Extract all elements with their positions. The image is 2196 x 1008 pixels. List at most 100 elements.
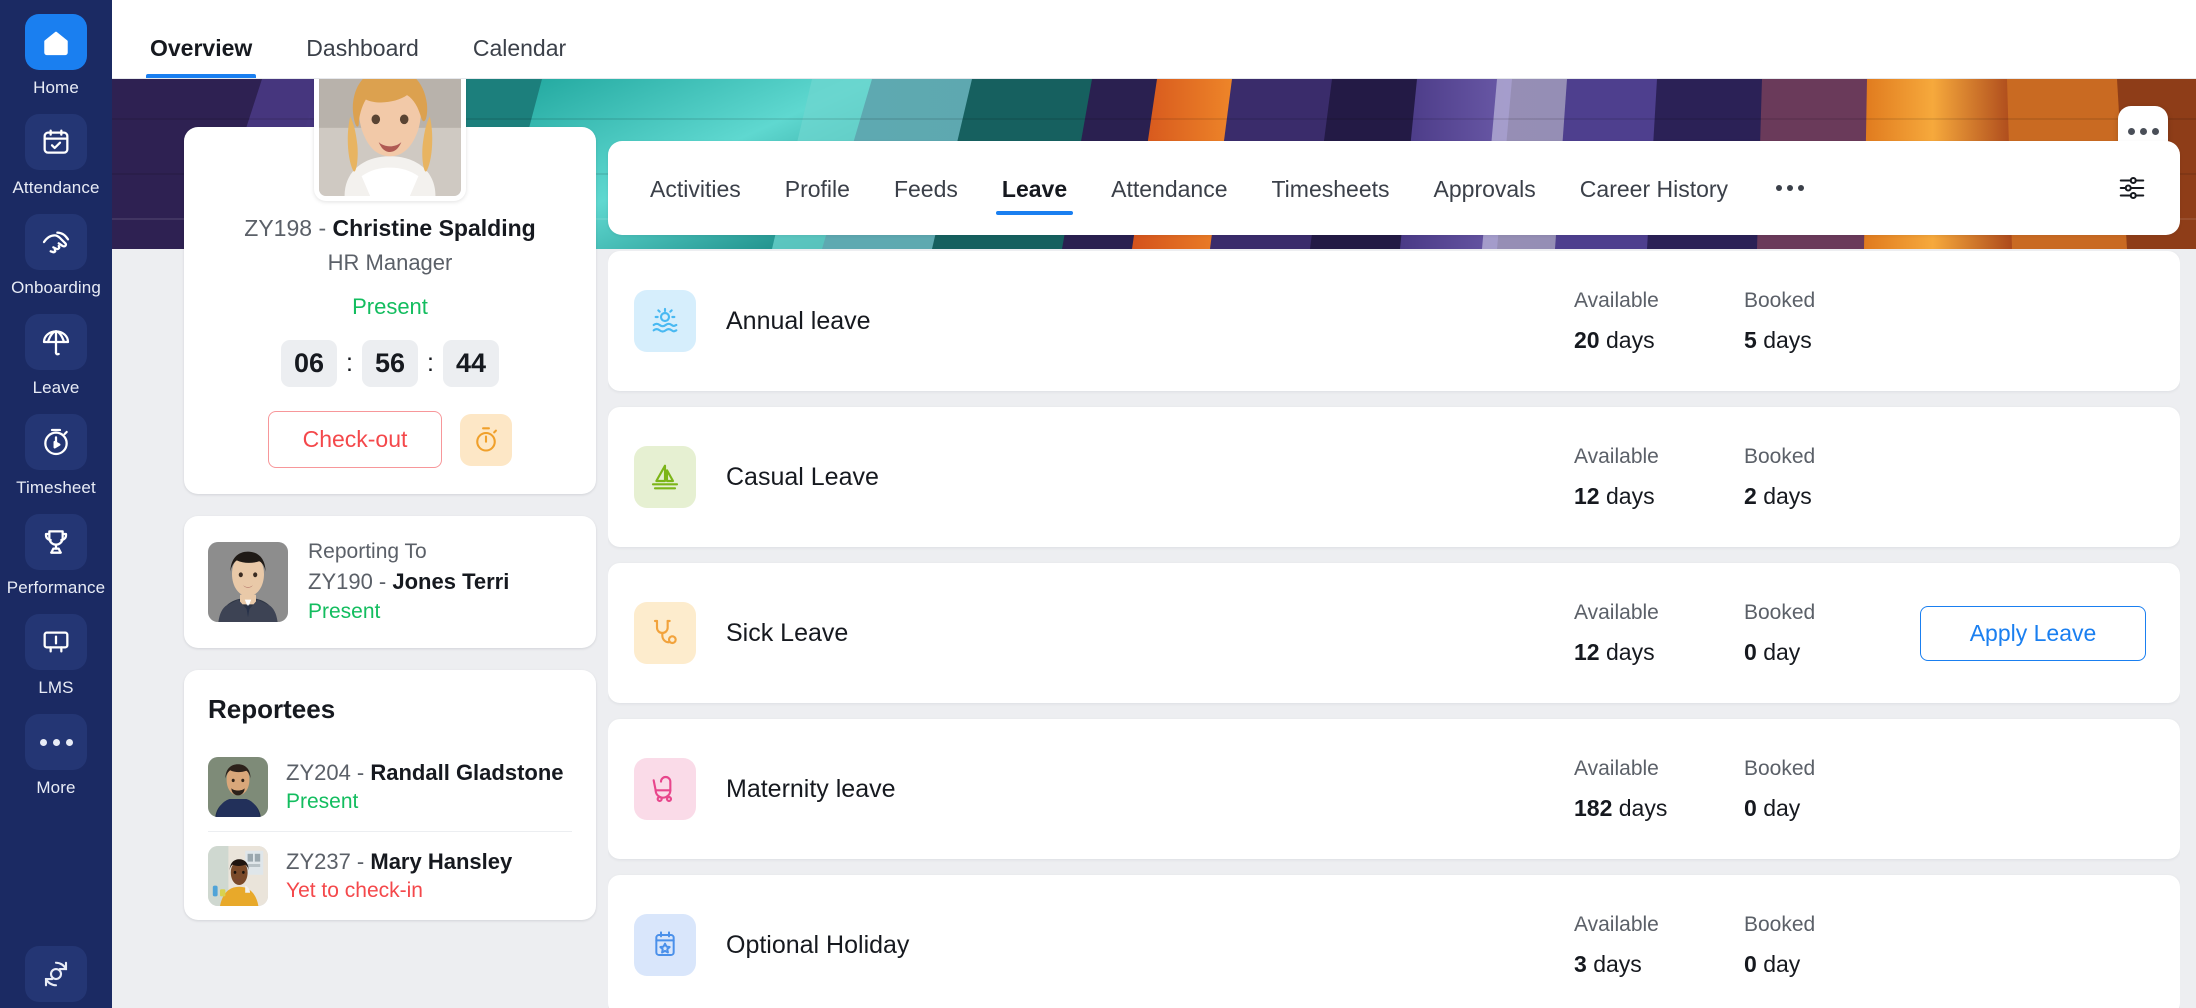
sidebar-item-label: Performance [6,578,106,597]
booked-label: Booked [1744,756,1816,780]
sidebar-item-leave[interactable]: Leave [0,314,112,398]
list-item[interactable]: ZY237 - Mary Hansley Yet to check-in [208,832,572,920]
sidebar-item-label: Timesheet [16,478,96,497]
leave-stats: Available 12 days Booked 0 day Apply Leave [1574,601,2146,666]
available-value: 182 days [1574,794,1668,821]
reportees-title: Reportees [208,694,336,724]
booked-value: 0 day [1744,950,1801,977]
leave-balance-row[interactable]: Sick Leave Available 12 days Booked 0 day App… [608,563,2180,703]
beach-umbrella-icon [25,314,87,370]
booked-stat: Booked 0 day [1744,601,1914,666]
reportee-name: Randall Gladstone [370,760,564,785]
sidebar-item-attendance[interactable]: Attendance [0,114,112,198]
booked-stat: Booked 2 days [1744,445,1914,510]
detail-tab-timesheets[interactable]: Timesheets [1269,148,1391,229]
leave-balance-row[interactable]: Casual Leave Available 12 days Booked 2 days [608,407,2180,547]
leave-stats: Available 3 days Booked 0 day [1574,913,2146,978]
available-value: 12 days [1574,638,1655,665]
sidebar-item-onboarding[interactable]: Onboarding [0,214,112,298]
detail-tab-attendance[interactable]: Attendance [1109,148,1229,229]
tab-overview[interactable]: Overview [146,35,257,78]
sidebar-item-performance[interactable]: Performance [0,514,112,598]
detail-tab-feeds[interactable]: Feeds [892,148,960,229]
available-value: 20 days [1574,326,1655,353]
sidebar-item-label: Attendance [12,178,100,197]
timer-hours: 06 [280,340,338,387]
apply-leave-button[interactable]: Apply Leave [1920,605,2146,661]
leave-balance-row[interactable]: Maternity leave Available 182 days Booked 0 … [608,719,2180,859]
manager-photo [208,542,288,622]
booked-label: Booked [1744,600,1816,624]
work-timer: 06 : 56 : 44 [206,340,574,387]
detail-tab-approvals[interactable]: Approvals [1432,148,1538,229]
content-area: ZY198 - Christine Spalding HR Manager Pr… [112,49,2196,1008]
leave-type-name: Annual leave [726,306,871,335]
leave-type-name: Casual Leave [726,462,879,491]
reporting-to-card[interactable]: Reporting To ZY190 - Jones Terri Present [184,516,596,648]
ellipsis-icon [1776,185,1805,191]
detail-tab-profile[interactable]: Profile [783,148,852,229]
leave-balance-row[interactable]: Optional Holiday Available 3 days Booked 0 d… [608,875,2180,1008]
available-value: 12 days [1574,482,1655,509]
sidebar-item-timesheet[interactable]: Timesheet [0,414,112,498]
timer-minutes: 56 [361,340,419,387]
employee-id: ZY198 - [244,215,333,241]
available-stat: Available 3 days [1574,913,1744,978]
detail-tabs-overflow-button[interactable] [1770,185,1810,191]
top-tab-bar: Overview Dashboard Calendar [112,0,2196,79]
booked-label: Booked [1744,288,1816,312]
available-stat: Available 182 days [1574,757,1744,822]
sidebar-item-label: Onboarding [11,278,101,297]
sync-refresh-icon [25,946,87,1002]
sidebar-item-label: LMS [38,678,74,697]
list-item[interactable]: ZY204 - Randall Gladstone Present [208,743,572,832]
detail-column: Activities Profile Feeds Leave Attendance Tim… [608,141,2180,1008]
stopwatch-play-icon [25,414,87,470]
leave-type-name: Sick Leave [726,618,849,647]
sliders-filter-icon [2117,173,2147,203]
available-label: Available [1574,756,1659,780]
filter-settings-button[interactable] [2110,166,2154,210]
available-label: Available [1574,912,1659,936]
booked-stat: Booked 5 days [1744,289,1914,354]
calendar-star-icon [634,914,696,976]
home-icon [25,14,87,70]
reporting-to-identity: ZY190 - Jones Terri [308,569,509,595]
stopwatch-icon [472,426,500,454]
leave-balance-list: Annual leave Available 20 days Booked 5 days… [608,251,2180,1008]
leave-stats: Available 182 days Booked 0 day [1574,757,2146,822]
sidebar-item-lms[interactable]: LMS [0,614,112,698]
available-label: Available [1574,288,1659,312]
sidebar-item-sync[interactable] [0,946,112,1002]
employee-identity: ZY198 - Christine Spalding [206,215,574,242]
sidebar-item-home[interactable]: Home [0,14,112,98]
ellipsis-icon [2125,127,2161,135]
manager-id: ZY190 - [308,569,393,594]
detail-tab-activities[interactable]: Activities [648,148,743,229]
tab-calendar[interactable]: Calendar [469,35,570,78]
detail-tab-career-history[interactable]: Career History [1578,148,1730,229]
detail-tab-leave[interactable]: Leave [995,148,1074,229]
primary-sidebar: Home Attendance Onboarding Leave Timesheet Pe… [0,0,112,1008]
stethoscope-icon [634,602,696,664]
ellipsis-icon [25,714,87,770]
leave-type-name: Optional Holiday [726,930,910,959]
available-value: 3 days [1574,950,1642,977]
available-label: Available [1574,444,1659,468]
timer-separator-1: : [346,349,353,377]
sidebar-item-more[interactable]: More [0,714,112,798]
available-stat: Available 20 days [1574,289,1744,354]
employee-profile-card: ZY198 - Christine Spalding HR Manager Pr… [184,49,596,494]
reportee-id: ZY237 - [286,849,371,874]
sun-waves-icon [634,290,696,352]
timer-button[interactable] [460,413,513,466]
tab-dashboard[interactable]: Dashboard [302,35,423,78]
booked-stat: Booked 0 day [1744,757,1914,822]
available-stat: Available 12 days [1574,601,1744,666]
booked-stat: Booked 0 day [1744,913,1914,978]
booked-value: 0 day [1744,638,1801,665]
check-out-button[interactable]: Check-out [267,411,443,468]
apply-slot: Apply Leave [1914,605,2146,661]
leave-balance-row[interactable]: Annual leave Available 20 days Booked 5 days [608,251,2180,391]
reportee-name: Mary Hansley [370,849,513,874]
